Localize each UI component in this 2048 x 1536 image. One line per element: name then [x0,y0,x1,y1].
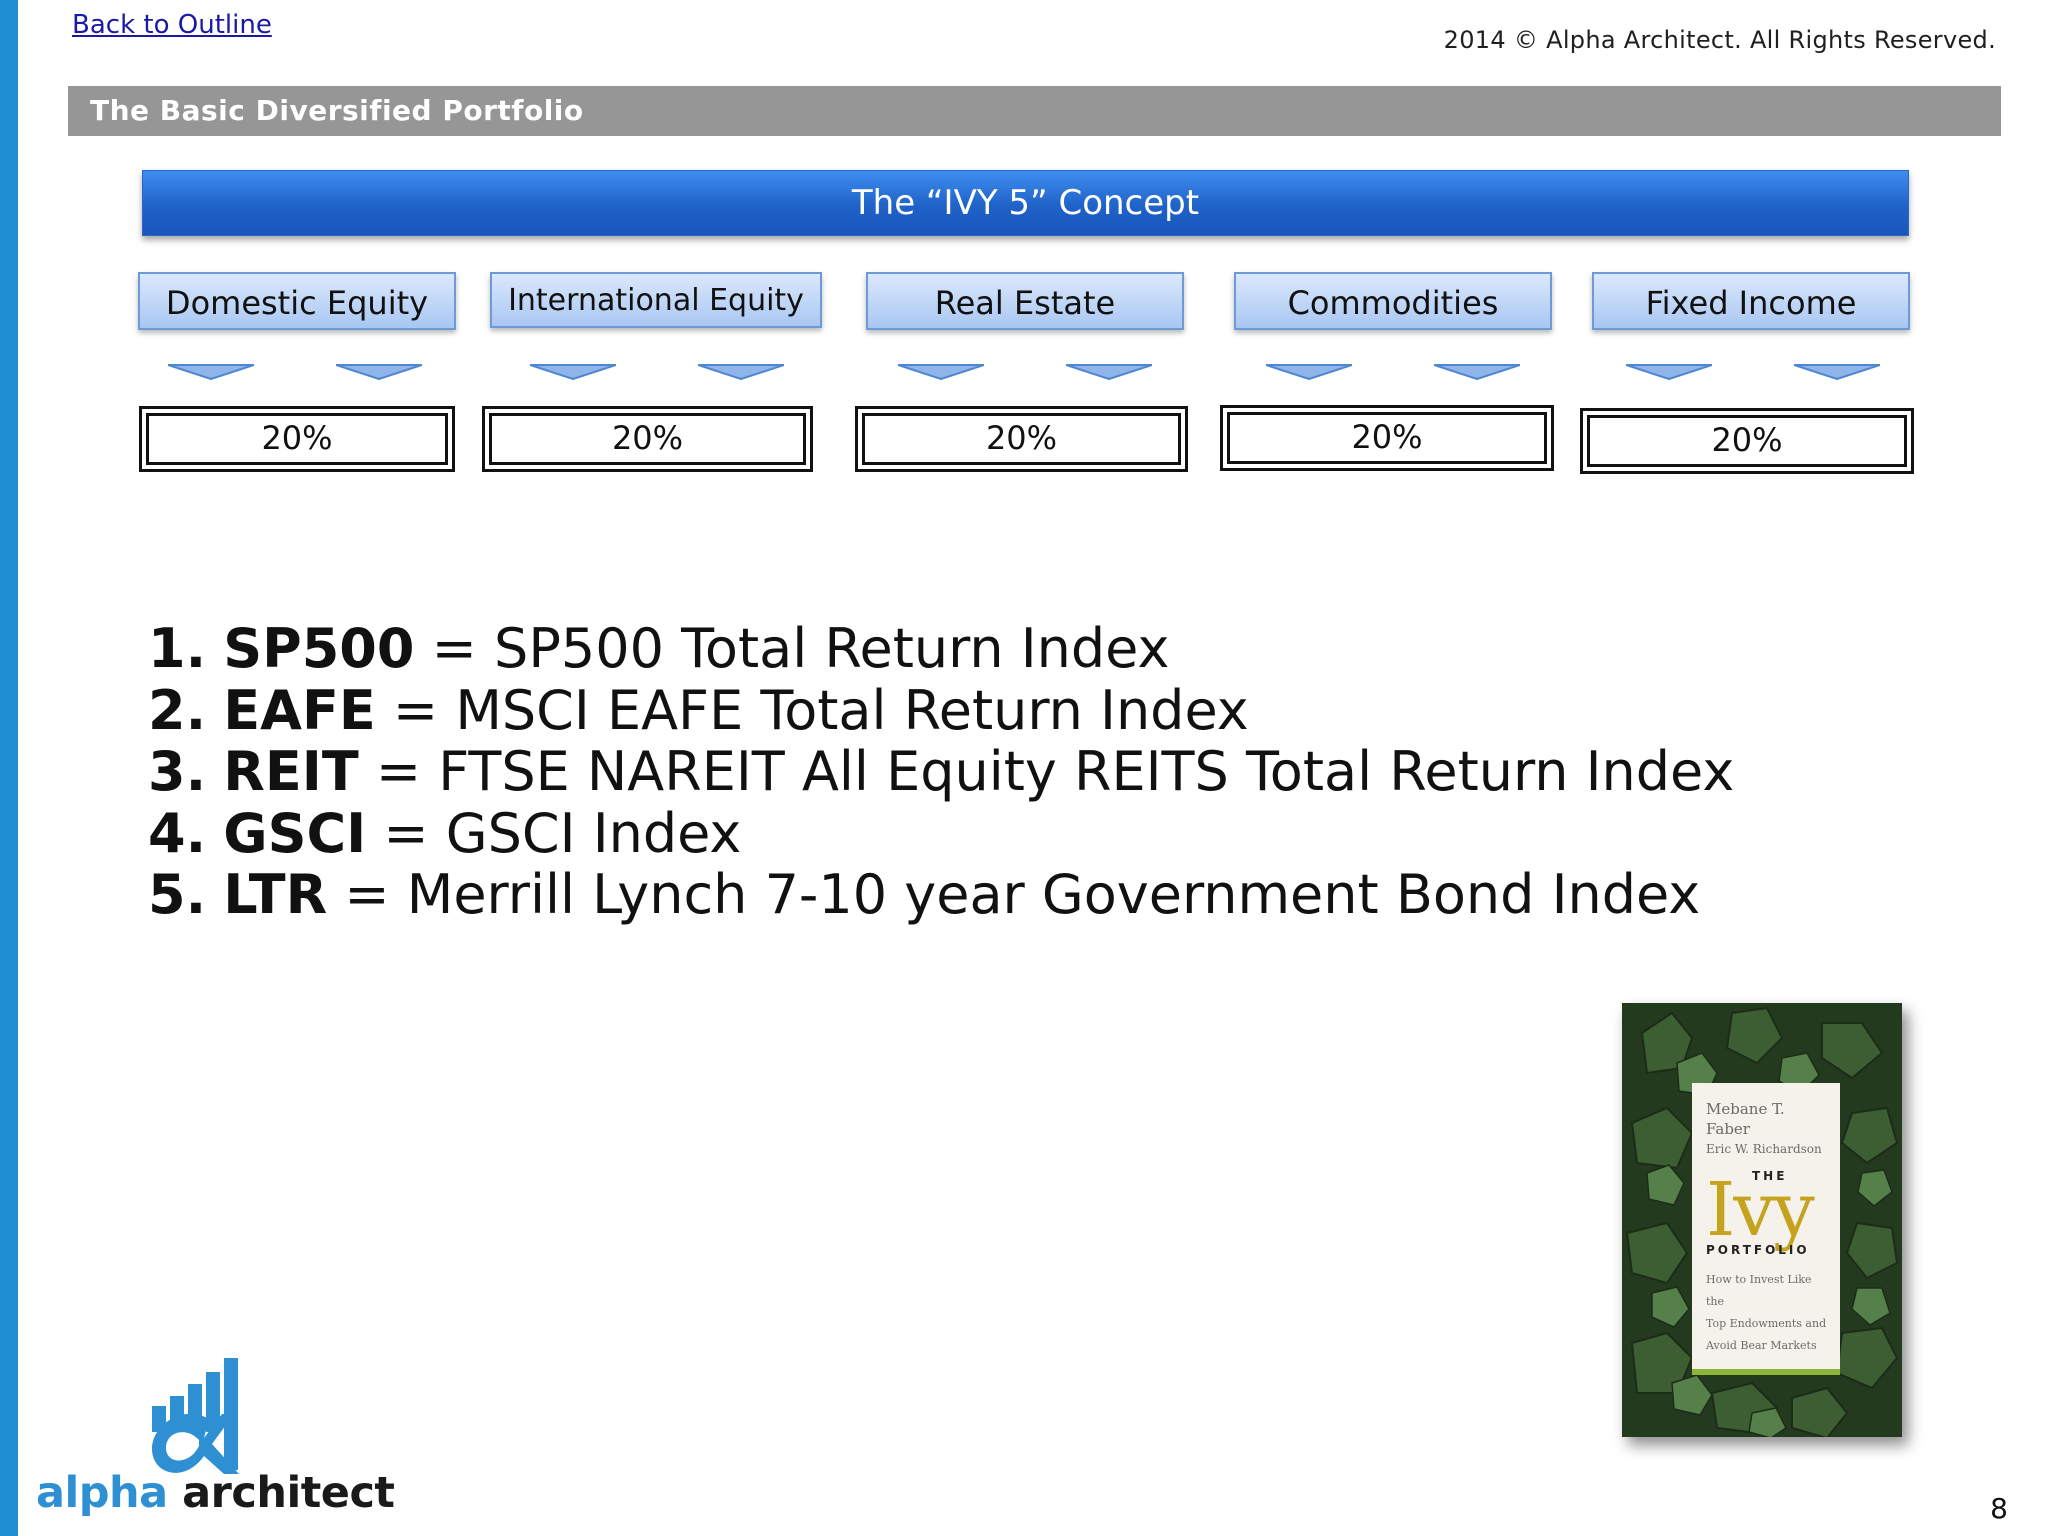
item-number: 3. [148,740,207,803]
allocation-box-domestic-equity: 20% [139,406,455,472]
category-fixed-income: Fixed Income [1592,272,1910,330]
concept-banner: The “IVY 5” Concept [142,170,1909,236]
chevron-down-icon [698,364,784,380]
book-title: Ivy [1706,1167,1815,1253]
index-description: MSCI EAFE Total Return Index [455,678,1249,742]
chevron-down-icon [1266,364,1352,380]
index-description: GSCI Index [445,801,742,865]
back-to-outline-link[interactable]: Back to Outline [72,10,272,40]
index-description: Merrill Lynch 7-10 year Government Bond … [406,863,1701,926]
slide: Back to Outline 2014 © Alpha Architect. … [0,0,2048,1536]
category-commodities: Commodities [1234,272,1552,330]
page-number: 8 [1990,1492,2008,1525]
list-item: 3. REIT = FTSE NAREIT All Equity REITS T… [148,740,1735,803]
book-authors: Mebane T. Faber Eric W. Richardson [1706,1099,1832,1159]
chevron-down-icon [1066,364,1152,380]
allocation-value: 20% [1227,412,1547,464]
list-item: 2. EAFE = MSCI EAFE Total Return Index [148,678,1249,742]
chevron-down-icon [336,364,422,380]
allocation-box-international-equity: 20% [482,406,813,472]
chevron-down-icon [898,364,984,380]
chevron-down-icon [168,364,254,380]
chevron-down-icon [530,364,616,380]
logo-word-alpha: alpha [36,1468,168,1518]
logo-word-architect: architect [182,1468,395,1518]
book-subtitle-line: Avoid Bear Markets [1706,1339,1817,1352]
allocation-box-fixed-income: 20% [1580,408,1914,474]
section-title-bar: The Basic Diversified Portfolio [68,86,2001,136]
item-number: 5. [148,863,207,926]
category-international-equity: International Equity [490,272,822,328]
item-number: 2. [148,678,207,742]
book-subtitle-line: Top Endowments and [1706,1317,1827,1330]
allocation-box-commodities: 20% [1220,405,1554,471]
item-number: 1. [148,617,207,680]
index-description: SP500 Total Return Index [494,617,1170,680]
chevron-down-icon [1626,364,1712,380]
allocation-box-real-estate: 20% [855,406,1188,472]
left-accent-stripe [0,0,18,1536]
chevron-down-icon [1794,364,1880,380]
allocation-value: 20% [862,413,1181,465]
logo-wordmark: alpha architect [36,1468,395,1518]
copyright-notice: 2014 © Alpha Architect. All Rights Reser… [1443,26,1996,54]
category-real-estate: Real Estate [866,272,1184,330]
allocation-value: 20% [146,413,448,465]
chevron-down-icon [1434,364,1520,380]
index-abbreviation: LTR [223,863,328,926]
index-abbreviation: REIT [223,740,359,803]
allocation-value: 20% [489,413,806,465]
book-subtitle-line: How to Invest Like the [1706,1273,1812,1308]
book-subtitle: How to Invest Like the Top Endowments an… [1706,1269,1832,1357]
index-definitions-list: 1. SP500 = SP500 Total Return Index 2. E… [148,618,1734,926]
book-title-portfolio: PORTFOLIO [1706,1243,1810,1257]
list-item: 1. SP500 = SP500 Total Return Index [148,617,1170,680]
list-item: 4. GSCI = GSCI Index [148,801,742,865]
list-item: 5. LTR = Merrill Lynch 7-10 year Governm… [148,863,1701,926]
book-author: Mebane T. Faber [1706,1100,1785,1138]
index-abbreviation: SP500 [223,617,415,680]
book-title-plate: Mebane T. Faber Eric W. Richardson THE I… [1692,1083,1840,1375]
index-abbreviation: GSCI [223,801,367,865]
index-abbreviation: EAFE [223,678,376,742]
book-green-rule [1692,1369,1840,1375]
index-description: FTSE NAREIT All Equity REITS Total Retur… [438,740,1735,803]
category-domestic-equity: Domestic Equity [138,272,456,330]
item-number: 4. [148,801,207,865]
allocation-value: 20% [1587,415,1907,467]
book-author: Eric W. Richardson [1706,1142,1822,1156]
book-cover-image: Mebane T. Faber Eric W. Richardson THE I… [1622,1003,1902,1437]
